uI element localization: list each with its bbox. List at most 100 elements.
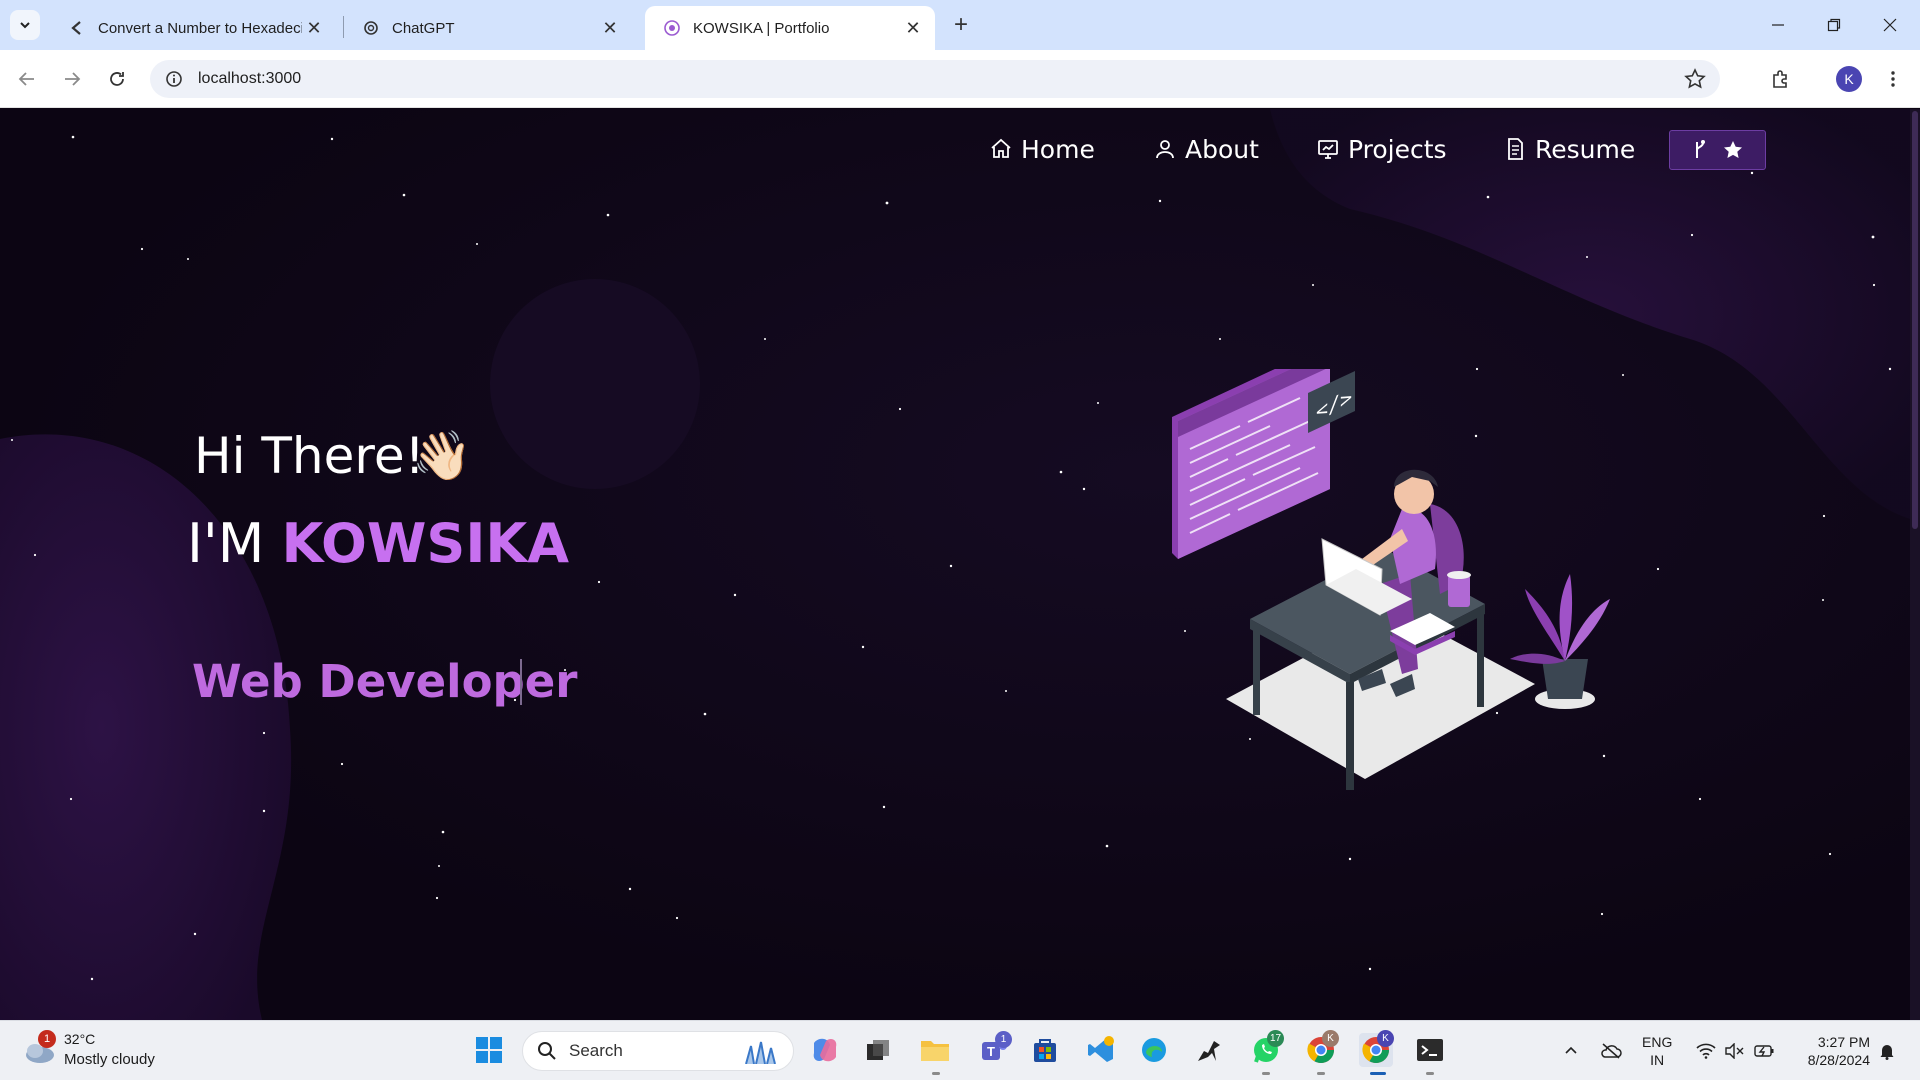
clock-date: 8/28/2024 <box>1807 1052 1870 1068</box>
star-icon <box>1723 141 1742 158</box>
chevron-down-icon <box>20 22 30 29</box>
tab-title: ChatGPT <box>392 19 455 37</box>
game-app-icon[interactable] <box>1192 1033 1226 1067</box>
nav-projects[interactable]: Projects <box>1316 129 1447 169</box>
vscode-icon[interactable] <box>1084 1033 1118 1067</box>
restore-icon <box>1827 18 1841 32</box>
new-tab-button[interactable]: + <box>946 10 976 40</box>
search-highlight-icon <box>745 1041 776 1064</box>
restore-button[interactable] <box>1806 0 1862 50</box>
developer-illustration: </> <box>1172 369 1610 790</box>
battery-charging-icon[interactable] <box>1752 1021 1778 1080</box>
volume-muted-icon[interactable] <box>1722 1021 1746 1080</box>
tab-hexadecimal[interactable]: Convert a Number to Hexadeci ✕ <box>50 6 336 50</box>
close-window-button[interactable] <box>1862 0 1918 50</box>
more-vertical-icon <box>1891 71 1895 87</box>
nav-about-label: About <box>1185 134 1259 164</box>
onedrive-status-icon[interactable] <box>1598 1021 1624 1080</box>
close-icon <box>1883 18 1897 32</box>
github-fork-button[interactable] <box>1669 130 1766 170</box>
active-indicator <box>1370 1072 1386 1075</box>
profile-avatar[interactable]: K <box>1836 66 1862 92</box>
tab-title: Convert a Number to Hexadeci <box>98 19 302 37</box>
wifi-icon[interactable] <box>1694 1021 1718 1080</box>
windows-logo-icon <box>476 1037 502 1063</box>
hero-im-prefix: I'M <box>187 512 265 575</box>
terminal-icon[interactable] <box>1413 1033 1447 1067</box>
puzzle-icon <box>1773 70 1787 88</box>
site-info-icon[interactable] <box>162 67 186 91</box>
tab-search-button[interactable] <box>10 10 40 40</box>
close-tab-icon[interactable]: ✕ <box>302 16 326 40</box>
system-clock[interactable]: 3:27 PM 8/28/2024 <box>1786 1033 1870 1069</box>
nav-resume-label: Resume <box>1535 134 1636 164</box>
weather-description[interactable]: Mostly cloudy <box>64 1051 155 1068</box>
home-icon <box>991 138 1011 158</box>
cloud-off-icon <box>1601 1043 1622 1059</box>
fork-icon <box>1695 140 1705 158</box>
scrollbar-thumb[interactable] <box>1912 111 1918 529</box>
back-button[interactable] <box>10 62 44 96</box>
extensions-button[interactable] <box>1764 62 1798 96</box>
running-indicator <box>1317 1072 1325 1075</box>
reload-button[interactable] <box>100 62 134 96</box>
file-explorer-icon[interactable] <box>918 1033 952 1067</box>
portfolio-page: Home About Projects Resume Hi There! 👋🏻 … <box>0 109 1910 1020</box>
weather-temperature[interactable]: 32°C <box>64 1031 95 1047</box>
clock-time: 3:27 PM <box>1817 1034 1870 1050</box>
notification-bell-icon[interactable] <box>1876 1021 1898 1080</box>
plus-icon: + <box>953 11 968 38</box>
arrow-left-icon <box>18 72 34 86</box>
profile-badge: K <box>1322 1030 1339 1047</box>
nav-home-label: Home <box>1021 134 1095 164</box>
chevron-up-icon <box>1565 1046 1577 1054</box>
code-window: </> <box>1172 369 1355 559</box>
running-indicator <box>1262 1072 1270 1075</box>
hero-greeting: Hi There! <box>194 427 425 485</box>
nav-home[interactable]: Home <box>989 129 1095 169</box>
browser-tab-strip: Convert a Number to Hexadeci ✕ ChatGPT ✕… <box>0 0 1920 50</box>
projects-icon <box>1318 140 1338 159</box>
faint-circle <box>490 279 700 489</box>
copilot-app-icon[interactable] <box>808 1033 842 1067</box>
windows-taskbar: 1 32°C Mostly cloudy Search T 1 17 K K E… <box>0 1020 1920 1080</box>
profile-badge: K <box>1377 1030 1394 1047</box>
show-hidden-icons-button[interactable] <box>1560 1021 1582 1080</box>
hero-name: KOWSIKA <box>281 512 570 575</box>
taskbar-search-box[interactable]: Search <box>522 1031 794 1071</box>
typewriter-cursor <box>520 659 522 705</box>
url-text: localhost:3000 <box>198 70 302 87</box>
tab-chatgpt[interactable]: ChatGPT ✕ <box>344 6 632 50</box>
minimize-button[interactable] <box>1750 0 1806 50</box>
portfolio-favicon-icon <box>663 19 681 37</box>
input-language-indicator[interactable]: ENG IN <box>1642 1033 1672 1069</box>
hero-intro: I'M KOWSIKA <box>187 512 569 575</box>
close-tab-icon[interactable]: ✕ <box>901 16 925 40</box>
user-icon <box>1156 140 1174 159</box>
microsoft-store-icon[interactable] <box>1028 1033 1062 1067</box>
language-region: IN <box>1650 1052 1665 1068</box>
document-icon <box>1508 138 1523 160</box>
bookmark-star-icon[interactable] <box>1684 68 1706 90</box>
forward-button[interactable] <box>55 62 89 96</box>
top-navigation: Home About Projects Resume <box>0 125 1910 175</box>
weather-alert-badge: 1 <box>38 1030 56 1048</box>
nav-projects-label: Projects <box>1348 134 1447 164</box>
running-indicator <box>932 1072 940 1075</box>
tab-portfolio[interactable]: KOWSIKA | Portfolio ✕ <box>645 6 935 50</box>
site-favicon-icon <box>68 19 86 37</box>
search-icon <box>538 1042 556 1060</box>
start-button[interactable] <box>472 1033 506 1067</box>
nav-about[interactable]: About <box>1153 129 1259 169</box>
close-tab-icon[interactable]: ✕ <box>598 16 622 40</box>
page-scrollbar[interactable] <box>1910 109 1920 1020</box>
whatsapp-badge: 17 <box>1267 1030 1284 1047</box>
address-bar[interactable]: localhost:3000 <box>150 60 1720 98</box>
browser-menu-button[interactable] <box>1876 62 1910 96</box>
task-view-icon[interactable] <box>861 1033 895 1067</box>
search-placeholder: Search <box>569 1041 623 1060</box>
wave-hand-icon: 👋🏻 <box>412 430 472 483</box>
edge-browser-icon[interactable] <box>1137 1033 1171 1067</box>
nav-resume[interactable]: Resume <box>1503 129 1635 169</box>
minimize-icon <box>1772 24 1784 26</box>
